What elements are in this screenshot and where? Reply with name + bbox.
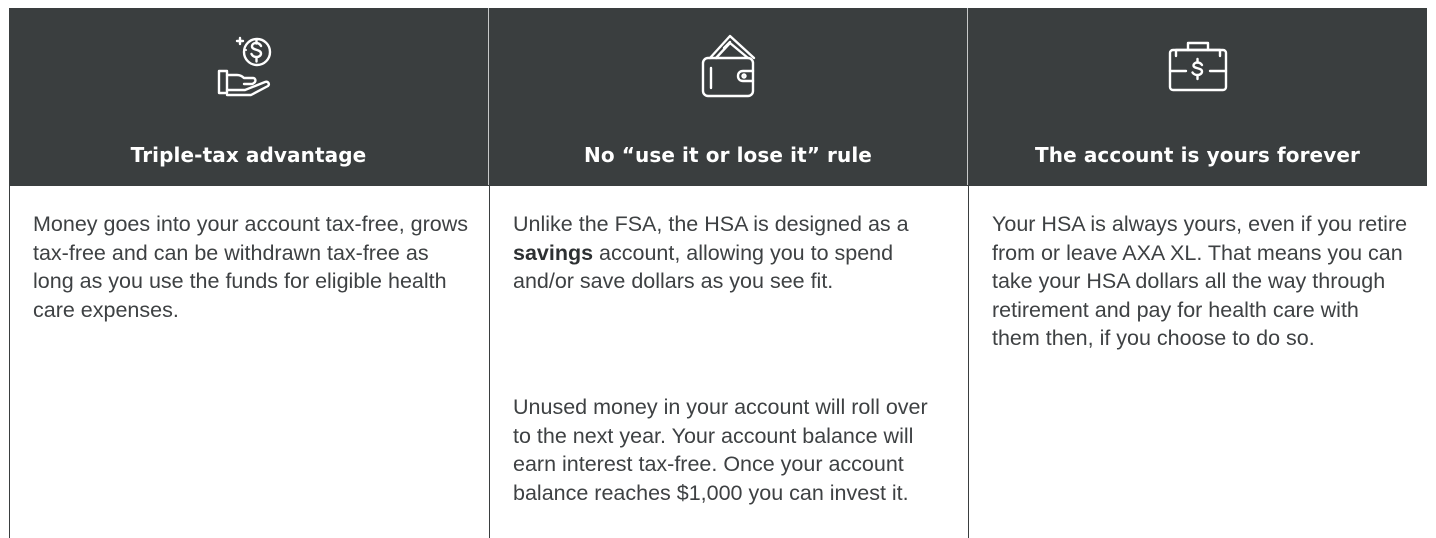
description-text: Unlike the FSA, the HSA is designed as a…: [513, 212, 909, 294]
description-text: Your HSA is always yours, even if you re…: [992, 212, 1408, 351]
body-cell-triple-tax: Money goes into your account tax-free, g…: [9, 186, 489, 538]
table-header-row: Triple-tax advantage No “use it or lose …: [9, 8, 1427, 185]
hsa-benefits-table: Triple-tax advantage No “use it or lose …: [9, 8, 1427, 538]
wallet-cash-icon: [701, 34, 756, 98]
table-body-row: Money goes into your account tax-free, g…: [9, 185, 1427, 538]
header-cell-no-use-it-or-lose-it: No “use it or lose it” rule: [489, 8, 968, 185]
body-cell-no-use-it-or-lose-it: Unlike the FSA, the HSA is designed as a…: [489, 186, 968, 538]
header-title: Triple-tax advantage: [130, 143, 367, 167]
description-text: Unused money in your account will roll o…: [513, 395, 928, 505]
header-cell-account-yours-forever: The account is yours forever: [968, 8, 1427, 185]
header-title: No “use it or lose it” rule: [584, 143, 872, 167]
header-title: The account is yours forever: [1035, 143, 1360, 167]
hand-dollar-coin-icon: [217, 36, 271, 97]
briefcase-dollar-icon: [1168, 41, 1227, 92]
description-text: Money goes into your account tax-free, g…: [33, 212, 468, 322]
header-cell-triple-tax: Triple-tax advantage: [9, 8, 489, 185]
body-cell-account-yours-forever: Your HSA is always yours, even if you re…: [968, 186, 1427, 538]
savings-emphasis: savings: [513, 240, 594, 265]
